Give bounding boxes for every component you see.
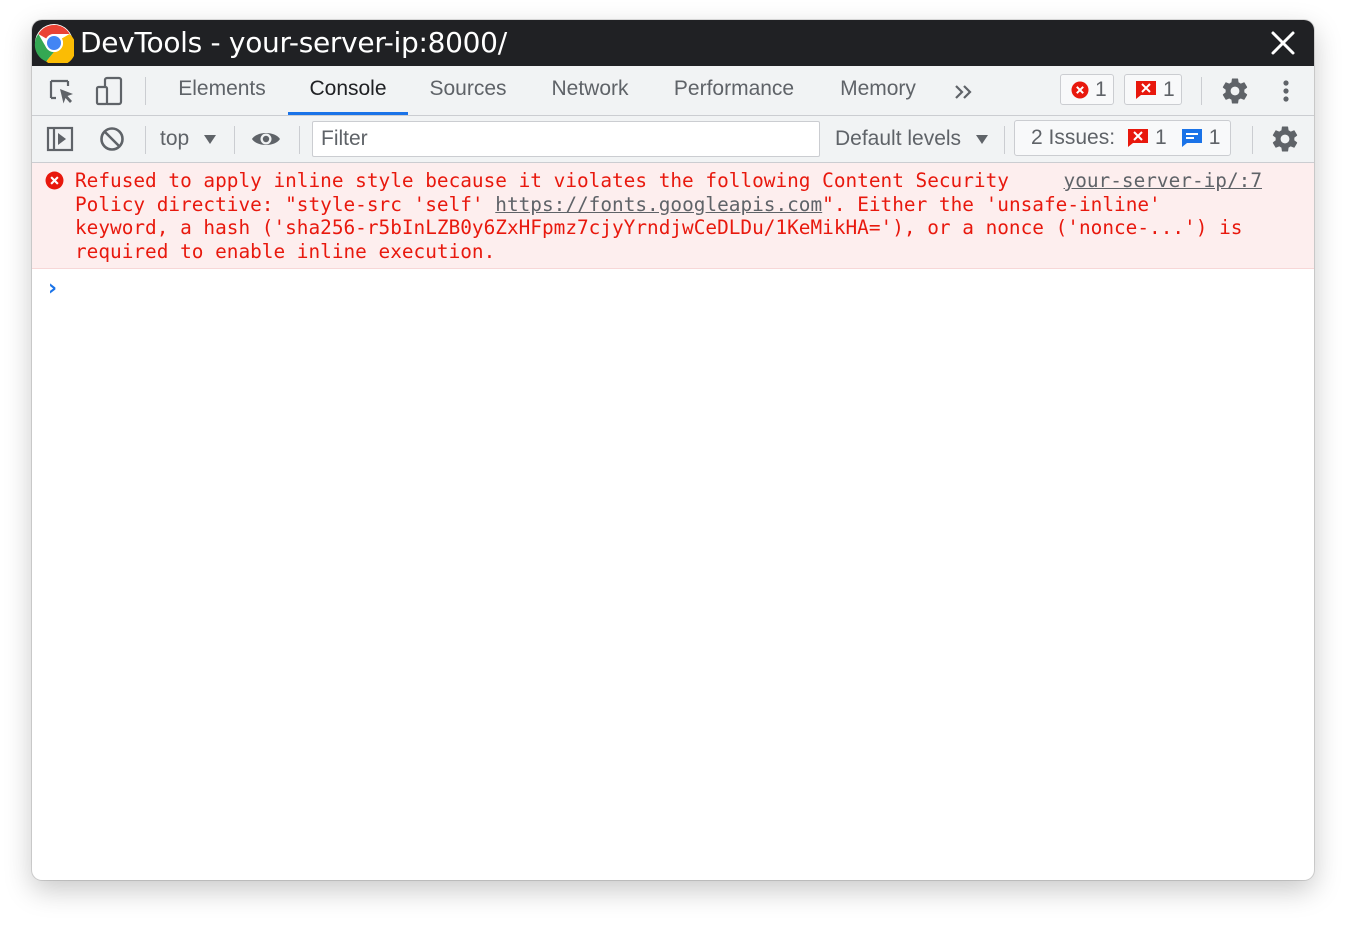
context-selector[interactable]: top <box>160 124 217 154</box>
error-line-2-pre: Policy directive: "style-src 'self' <box>75 192 496 216</box>
console-prompt-icon: › <box>48 276 58 301</box>
error-circle-icon <box>45 171 64 190</box>
sidebar-toggle-icon[interactable] <box>46 125 74 153</box>
tab-sources[interactable]: Sources <box>416 66 520 115</box>
eye-icon[interactable] <box>250 128 282 150</box>
error-line-4: required to enable inline execution. <box>75 239 496 263</box>
issues-error-count: 1 <box>1155 126 1167 149</box>
window-title: DevTools - your-server-ip:8000/ <box>80 26 507 59</box>
issues-info-count: 1 <box>1208 126 1221 149</box>
toolbar-divider <box>1201 77 1202 105</box>
inspect-element-icon[interactable] <box>48 78 76 106</box>
close-icon[interactable] <box>1268 28 1298 58</box>
tab-elements[interactable]: Elements <box>164 66 280 115</box>
error-line-1: Refused to apply inline style because it… <box>75 169 1009 192</box>
clear-console-icon[interactable] <box>99 126 125 152</box>
toolbar-divider <box>234 126 235 154</box>
device-toolbar-icon[interactable] <box>95 76 125 106</box>
dropdown-arrow-icon <box>204 135 217 144</box>
log-levels-dropdown[interactable]: Default levels <box>835 124 989 154</box>
issues-button[interactable]: 2 Issues: 1 1 <box>1014 120 1232 156</box>
tab-console[interactable]: Console <box>288 66 408 115</box>
title-bar: DevTools - your-server-ip:8000/ <box>32 20 1314 66</box>
error-circle-icon <box>1071 81 1089 98</box>
log-levels-label: Default levels <box>835 127 962 150</box>
toolbar-divider <box>145 126 146 154</box>
csp-source-link[interactable]: https://fonts.googleapis.com <box>495 193 822 216</box>
console-error-message: Refused to apply inline style because it… <box>32 163 1314 269</box>
dropdown-arrow-icon <box>975 135 988 144</box>
error-count: 1 <box>1095 77 1107 101</box>
error-flag-icon <box>1136 80 1156 99</box>
devtools-tab-bar: Elements Console Sources Network Perform… <box>32 66 1314 116</box>
context-value: top <box>160 127 190 150</box>
toolbar-divider <box>1004 126 1005 154</box>
error-flag-icon <box>1128 129 1149 147</box>
devtools-window: DevTools - your-server-ip:8000/ Elements… <box>32 20 1314 880</box>
console-toolbar: top Default levels 2 Issues: 1 <box>32 116 1314 163</box>
tab-performance[interactable]: Performance <box>660 66 808 115</box>
tab-memory[interactable]: Memory <box>828 66 928 115</box>
issues-count-badge[interactable]: 1 <box>1124 74 1182 105</box>
settings-gear-icon[interactable] <box>1220 76 1250 106</box>
toolbar-divider <box>145 77 146 105</box>
error-line-3: keyword, a hash ('sha256-r5bInLZB0y6ZxHF… <box>75 216 1243 240</box>
chrome-logo-icon <box>34 24 74 63</box>
more-tabs-icon[interactable] <box>952 80 976 104</box>
settings-gear-icon[interactable] <box>1270 124 1300 154</box>
message-source-link[interactable]: your-server-ip/:7 <box>1064 169 1262 193</box>
toolbar-divider <box>1252 126 1253 154</box>
console-input[interactable] <box>76 272 1296 304</box>
toolbar-divider <box>299 126 300 154</box>
error-count-badge[interactable]: 1 <box>1060 74 1114 105</box>
tab-network[interactable]: Network <box>536 66 644 115</box>
more-vert-icon[interactable] <box>1274 76 1298 106</box>
issues-label: 2 Issues: <box>1031 126 1116 149</box>
info-message-icon <box>1181 129 1202 147</box>
error-line-2-post: ". Either the 'unsafe-inline' <box>822 192 1161 216</box>
filter-input[interactable] <box>312 121 820 157</box>
issues-count: 1 <box>1163 77 1175 101</box>
